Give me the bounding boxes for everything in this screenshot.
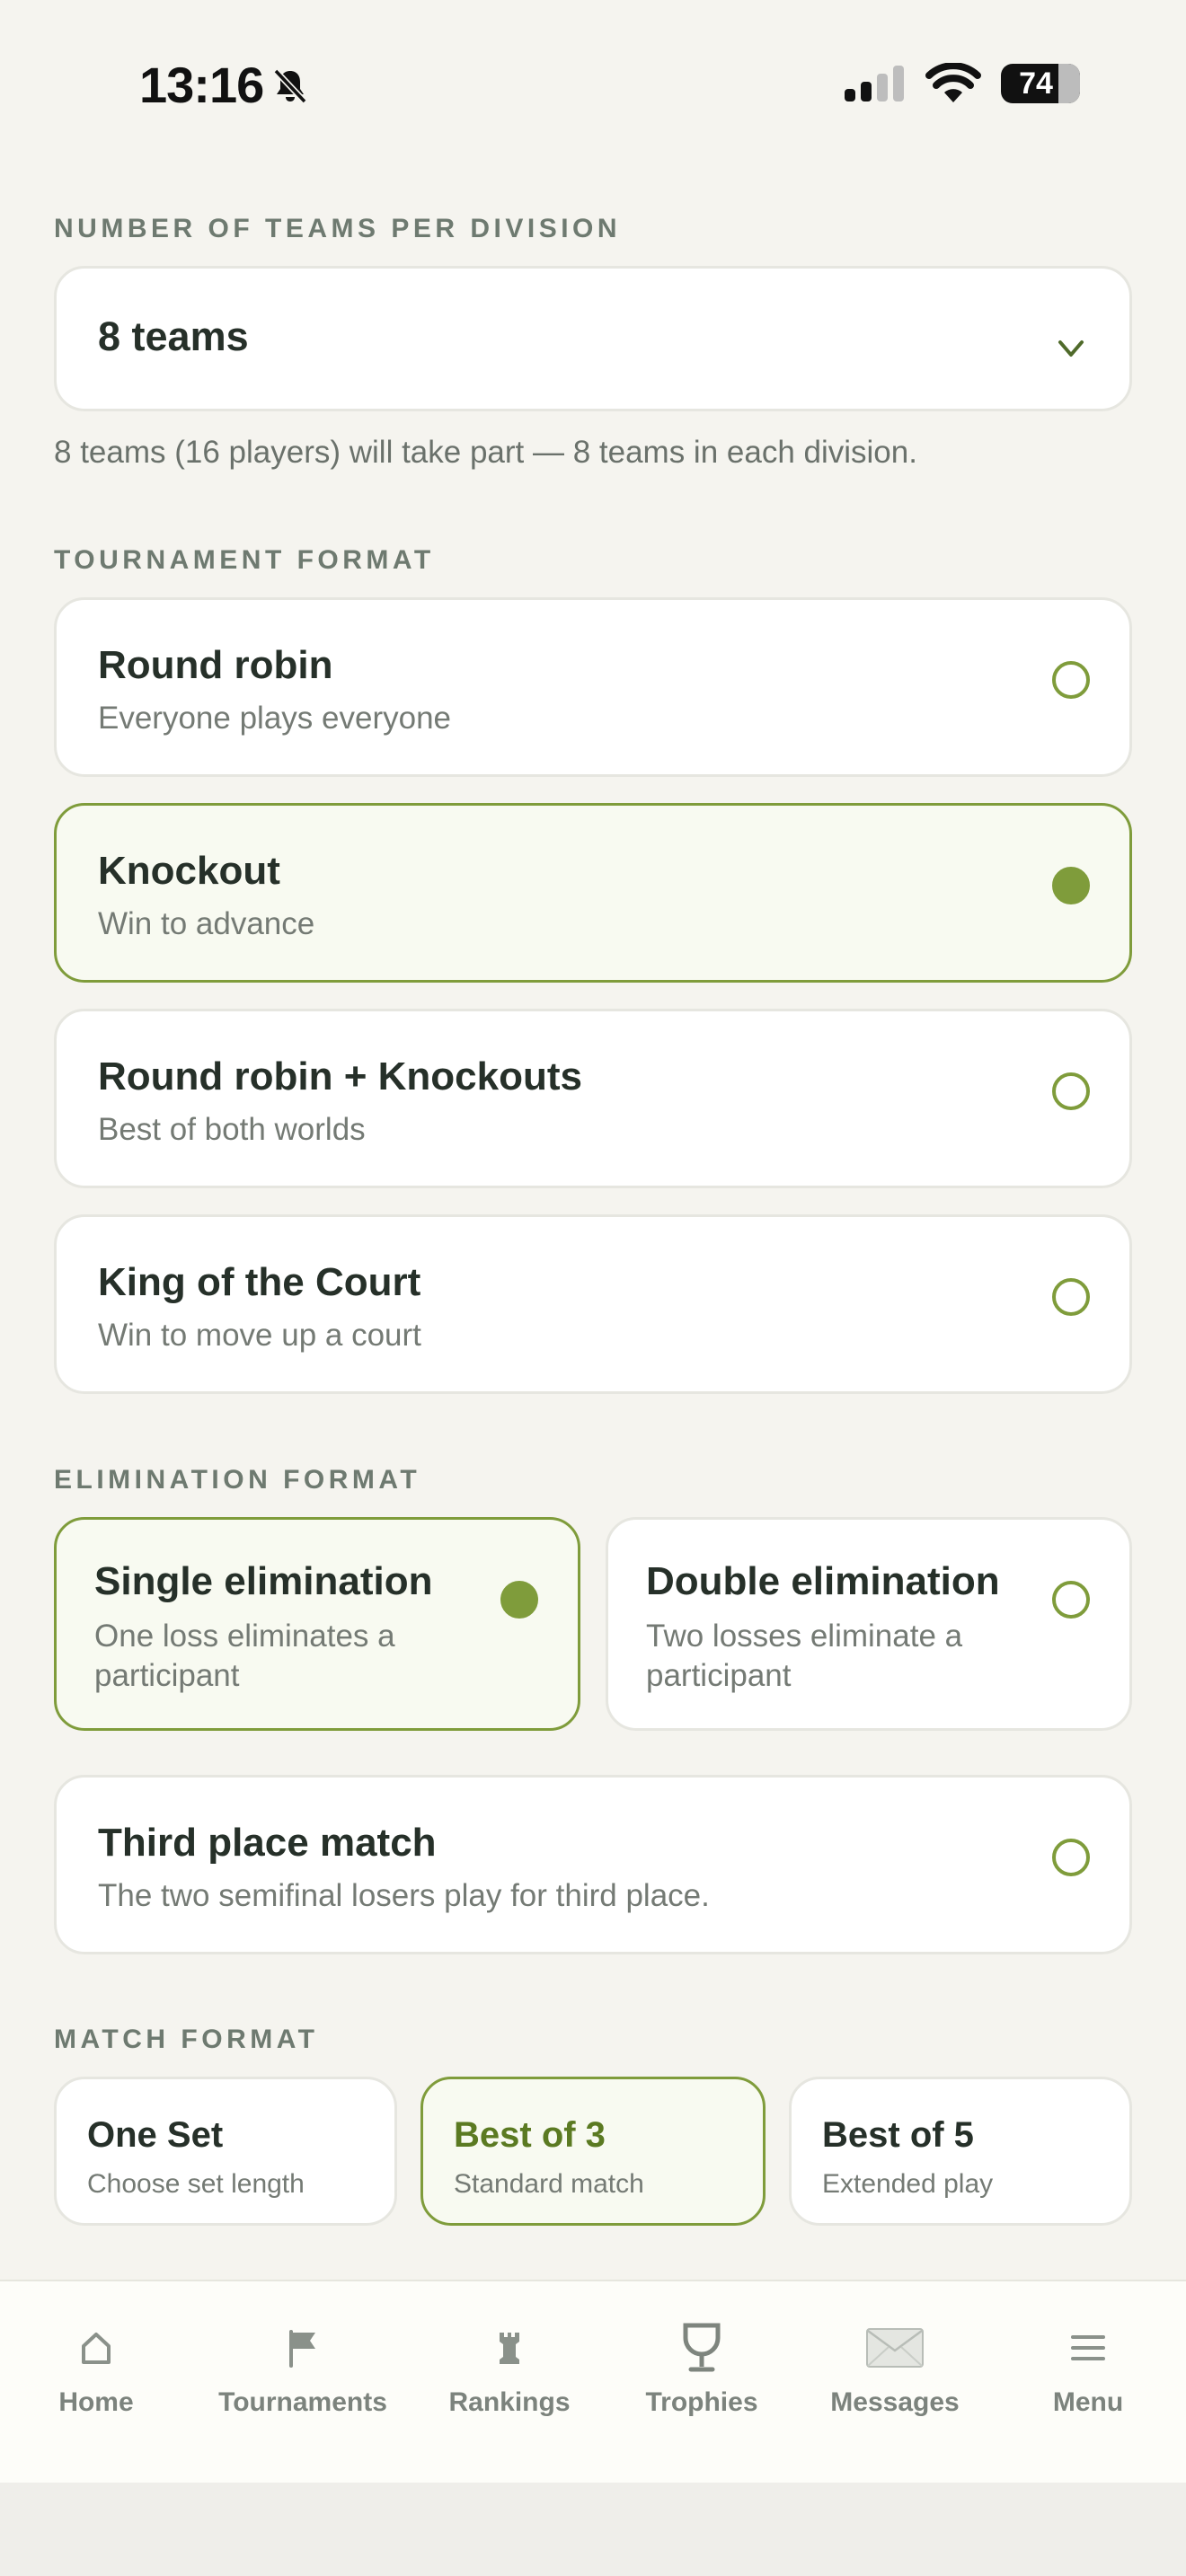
teams-helper-text: 8 teams (16 players) will take part — 8 … xyxy=(54,435,917,470)
battery-level: 74 xyxy=(1019,66,1053,101)
chevron-down-icon xyxy=(1058,340,1084,357)
option-title: Single elimination xyxy=(94,1559,433,1603)
option-subtitle: Win to move up a court xyxy=(98,1318,421,1353)
menu-icon xyxy=(1070,2317,1106,2378)
chess-rook-icon xyxy=(494,2317,525,2378)
option-subtitle: Everyone plays everyone xyxy=(98,701,451,736)
tab-menu[interactable]: Menu xyxy=(989,2317,1186,2418)
tab-rankings[interactable]: Rankings xyxy=(411,2317,608,2418)
format-option-king-of-the-court[interactable]: King of the Court Win to move up a court xyxy=(54,1214,1132,1394)
radio-button[interactable] xyxy=(1052,1839,1090,1876)
option-subtitle: Standard match xyxy=(454,2169,644,2199)
tab-home[interactable]: Home xyxy=(0,2317,195,2418)
wifi-icon xyxy=(925,63,981,102)
status-time: 13:16 xyxy=(139,56,310,114)
tab-label: Menu xyxy=(1052,2387,1124,2417)
match-format-best-of-5[interactable]: Best of 5 Extended play xyxy=(789,2077,1132,2226)
trophy-icon xyxy=(682,2317,721,2378)
option-title: Best of 3 xyxy=(454,2115,606,2155)
tab-label: Tournaments xyxy=(218,2387,387,2417)
tournament-format-label: TOURNAMENT FORMAT xyxy=(54,545,435,575)
option-subtitle: The two semifinal losers play for third … xyxy=(98,1878,710,1913)
tab-label: Messages xyxy=(830,2387,960,2417)
teams-per-division-select[interactable]: 8 teams xyxy=(54,266,1132,411)
bell-slash-icon xyxy=(273,68,307,103)
option-title: Round robin xyxy=(98,643,333,687)
match-format-one-set[interactable]: One Set Choose set length xyxy=(54,2077,397,2226)
radio-button[interactable] xyxy=(1052,1072,1090,1110)
third-place-match-option[interactable]: Third place match The two semifinal lose… xyxy=(54,1775,1132,1954)
tab-trophies[interactable]: Trophies xyxy=(603,2317,801,2418)
status-time-text: 13:16 xyxy=(139,57,264,113)
option-subtitle: Win to advance xyxy=(98,906,315,941)
option-title: Round robin + Knockouts xyxy=(98,1054,582,1098)
option-title: Best of 5 xyxy=(822,2115,974,2155)
format-option-round-robin[interactable]: Round robin Everyone plays everyone xyxy=(54,597,1132,777)
tab-label: Rankings xyxy=(448,2387,571,2417)
option-subtitle: Extended play xyxy=(822,2169,994,2199)
radio-button[interactable] xyxy=(1052,1278,1090,1316)
option-subtitle: Best of both worlds xyxy=(98,1112,366,1147)
elimination-format-label: ELIMINATION FORMAT xyxy=(54,1465,421,1495)
flag-icon xyxy=(287,2317,319,2378)
status-bar: 13:16 74 xyxy=(0,0,1186,171)
home-indicator-area xyxy=(0,2483,1186,2576)
option-subtitle: One loss eliminates a participant xyxy=(94,1619,395,1693)
format-option-knockout[interactable]: Knockout Win to advance xyxy=(54,803,1132,983)
option-subtitle: Choose set length xyxy=(87,2169,305,2199)
cellular-signal-icon xyxy=(845,66,904,101)
tab-label: Home xyxy=(58,2387,134,2417)
radio-button[interactable] xyxy=(1052,1581,1090,1619)
radio-button-checked[interactable] xyxy=(500,1581,538,1619)
teams-per-division-value: 8 teams xyxy=(98,313,249,359)
format-option-round-robin-knockouts[interactable]: Round robin + Knockouts Best of both wor… xyxy=(54,1009,1132,1188)
match-format-label: MATCH FORMAT xyxy=(54,2025,319,2054)
battery-icon: 74 xyxy=(1001,64,1080,103)
tab-label: Trophies xyxy=(645,2387,758,2417)
match-format-best-of-3[interactable]: Best of 3 Standard match xyxy=(420,2077,766,2226)
teams-per-division-label: NUMBER OF TEAMS PER DIVISION xyxy=(54,214,622,243)
option-subtitle: Two losses eliminate a participant xyxy=(646,1619,963,1693)
radio-button-checked[interactable] xyxy=(1052,867,1090,904)
option-title: Third place match xyxy=(98,1821,437,1865)
option-title: One Set xyxy=(87,2115,224,2155)
radio-button[interactable] xyxy=(1052,661,1090,699)
envelope-icon xyxy=(865,2317,925,2378)
option-title: Double elimination xyxy=(646,1559,1000,1603)
tab-messages[interactable]: Messages xyxy=(796,2317,994,2418)
option-title: King of the Court xyxy=(98,1260,421,1304)
elimination-option-double[interactable]: Double elimination Two losses eliminate … xyxy=(606,1517,1132,1731)
tab-tournaments[interactable]: Tournaments xyxy=(204,2317,402,2418)
bottom-tab-bar: Home Tournaments Rankings Trophies Messa… xyxy=(0,2280,1186,2483)
option-title: Knockout xyxy=(98,849,280,893)
home-icon xyxy=(80,2317,112,2378)
elimination-option-single[interactable]: Single elimination One loss eliminates a… xyxy=(54,1517,580,1731)
status-indicators: 74 xyxy=(843,63,1080,104)
battery-indicator: 74 xyxy=(1001,64,1080,103)
